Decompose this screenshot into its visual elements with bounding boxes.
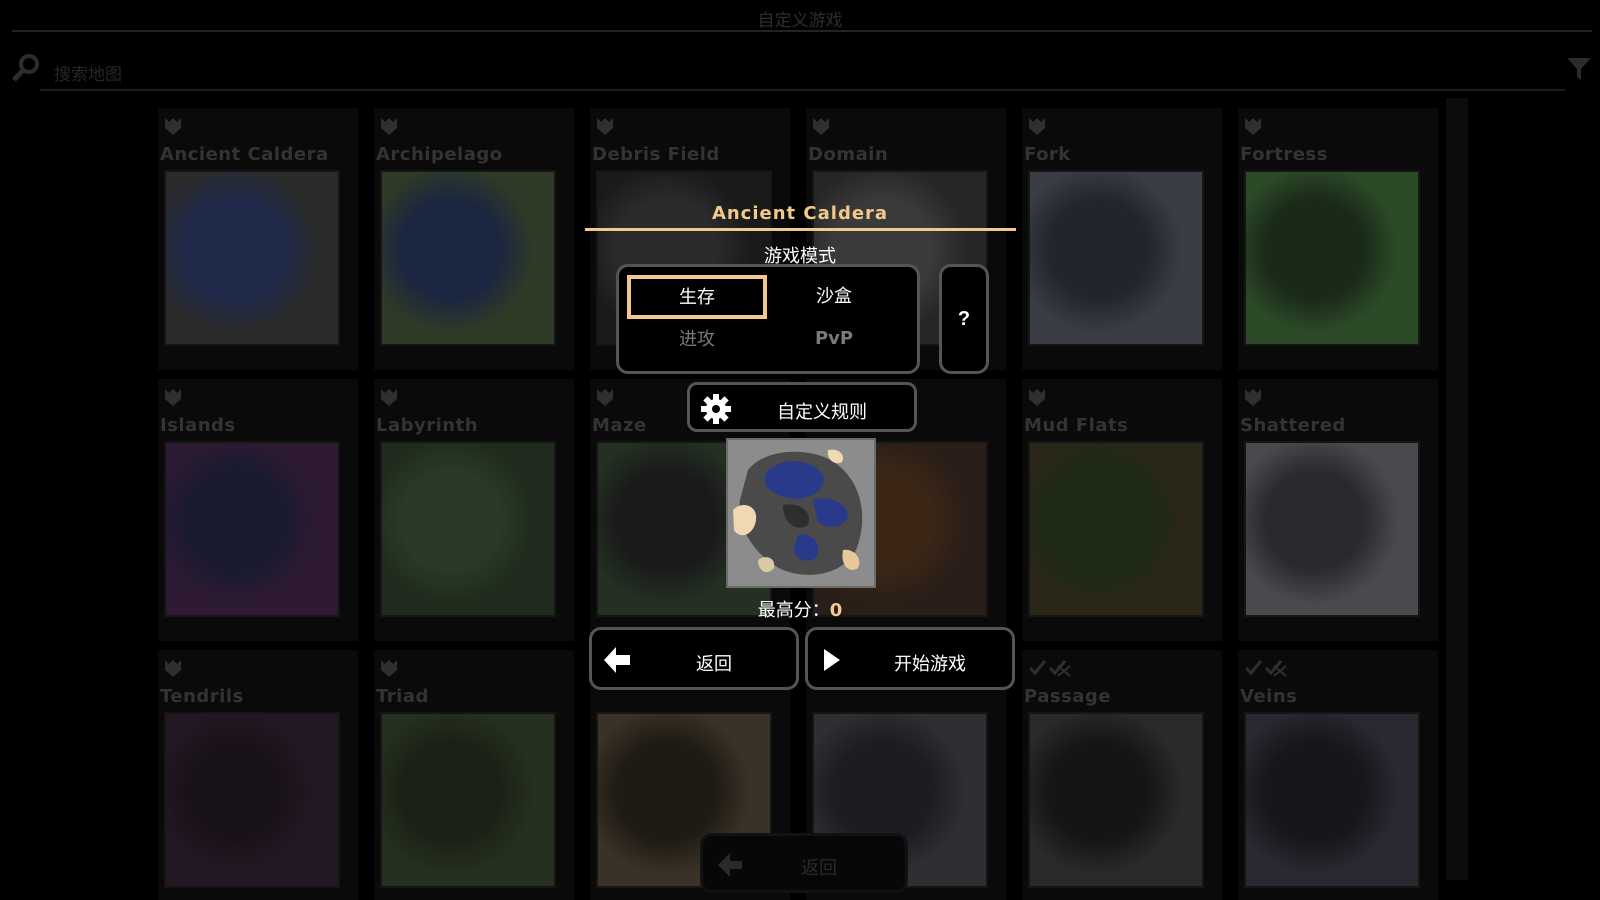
shield-icon	[597, 118, 613, 135]
search-underline	[40, 89, 1565, 91]
shield-icon	[813, 118, 829, 135]
map-card-name: Domain	[808, 144, 889, 165]
dialog-title: Ancient Caldera	[711, 203, 889, 224]
page-title: 自定义游戏	[757, 11, 843, 30]
filter-icon[interactable]	[1566, 56, 1592, 82]
map-preview	[726, 438, 876, 588]
shield-icon	[381, 118, 397, 135]
map-card-name: Islands	[160, 415, 236, 436]
map-card-name: Debris Field	[592, 144, 720, 165]
map-card-name: Labyrinth	[376, 415, 479, 436]
map-card-name: Shattered	[1240, 415, 1346, 436]
start-game-button[interactable]: 开始游戏	[805, 627, 1015, 690]
checks-icon	[1028, 660, 1071, 677]
high-score-value: 0	[829, 600, 843, 621]
shield-icon	[1029, 118, 1045, 135]
map-card-thumbnail	[1244, 712, 1420, 888]
shield-icon	[165, 118, 181, 135]
map-card[interactable]: Archipelago	[374, 108, 574, 370]
back-label: 返回	[696, 654, 732, 674]
shield-icon	[381, 389, 397, 406]
map-card-name: Tendrils	[160, 686, 244, 707]
search-icon[interactable]	[10, 52, 42, 84]
map-card[interactable]: Labyrinth	[374, 379, 574, 641]
map-card-thumbnail	[164, 712, 340, 888]
map-card[interactable]: Mud Flats	[1022, 379, 1222, 641]
map-card[interactable]: Shattered	[1238, 379, 1438, 641]
map-card-thumbnail	[380, 170, 556, 346]
mode-pvp-button[interactable]: PvP	[764, 318, 904, 362]
map-card[interactable]: Passage	[1022, 650, 1222, 900]
map-card-thumbnail	[1028, 441, 1204, 617]
custom-rules-button[interactable]: 自定义规则	[687, 382, 917, 432]
shield-icon	[1029, 389, 1045, 406]
shield-icon	[1245, 118, 1261, 135]
shield-icon	[1245, 389, 1261, 406]
map-card[interactable]: Fork	[1022, 108, 1222, 370]
high-score: 最高分：0	[584, 596, 1016, 622]
map-card-thumbnail	[164, 170, 340, 346]
map-card[interactable]: Veins	[1238, 650, 1438, 900]
map-card-thumbnail	[1244, 441, 1420, 617]
help-button[interactable]: ?	[939, 264, 989, 374]
mode-sandbox-button[interactable]: 沙盒	[764, 275, 904, 319]
high-score-label: 最高分：	[757, 600, 830, 620]
shield-icon	[165, 389, 181, 406]
map-card[interactable]: Tendrils	[158, 650, 358, 900]
map-card[interactable]: Fortress	[1238, 108, 1438, 370]
map-card-name: Triad	[376, 686, 429, 707]
map-card-thumbnail	[1028, 170, 1204, 346]
background-back-label: 返回	[801, 858, 837, 878]
map-card-name: Ancient Caldera	[160, 144, 329, 165]
play-icon	[824, 649, 840, 671]
map-card-thumbnail	[164, 441, 340, 617]
game-mode-selector: 生存 沙盒 进攻 PvP	[616, 264, 920, 374]
mode-attack-button[interactable]: 进攻	[627, 318, 767, 362]
start-game-label: 开始游戏	[894, 654, 966, 674]
map-card[interactable]: Ancient Caldera	[158, 108, 358, 370]
map-setup-dialog: Ancient Caldera 游戏模式 生存 沙盒 进攻 PvP ? 自定义规…	[584, 200, 1016, 700]
map-card-name: Passage	[1024, 686, 1112, 707]
back-button[interactable]: 返回	[589, 627, 799, 690]
map-card-thumbnail	[1244, 170, 1420, 346]
search-input[interactable]: 搜索地图	[54, 60, 122, 85]
map-card-thumbnail	[380, 712, 556, 888]
shield-icon	[165, 660, 181, 677]
map-grid-scrollbar[interactable]	[1446, 98, 1468, 880]
map-card-name: Archipelago	[376, 144, 503, 165]
shield-icon	[381, 660, 397, 677]
map-card-name: Mud Flats	[1024, 415, 1129, 436]
custom-rules-label: 自定义规则	[777, 402, 867, 422]
map-card[interactable]: Islands	[158, 379, 358, 641]
map-card-name: Veins	[1240, 686, 1298, 707]
mode-survival-button[interactable]: 生存	[627, 275, 767, 319]
map-card-name: Fork	[1024, 144, 1071, 165]
map-card[interactable]: Triad	[374, 650, 574, 900]
title-divider	[12, 30, 1592, 32]
map-card-thumbnail	[1028, 712, 1204, 888]
map-card-thumbnail	[380, 441, 556, 617]
arrow-left-icon	[604, 647, 630, 673]
gear-icon	[701, 394, 731, 424]
dialog-title-underline	[585, 228, 1016, 231]
background-back-button[interactable]: 返回	[700, 833, 908, 893]
checks-icon	[1244, 660, 1287, 677]
map-card-name: Fortress	[1240, 144, 1328, 165]
